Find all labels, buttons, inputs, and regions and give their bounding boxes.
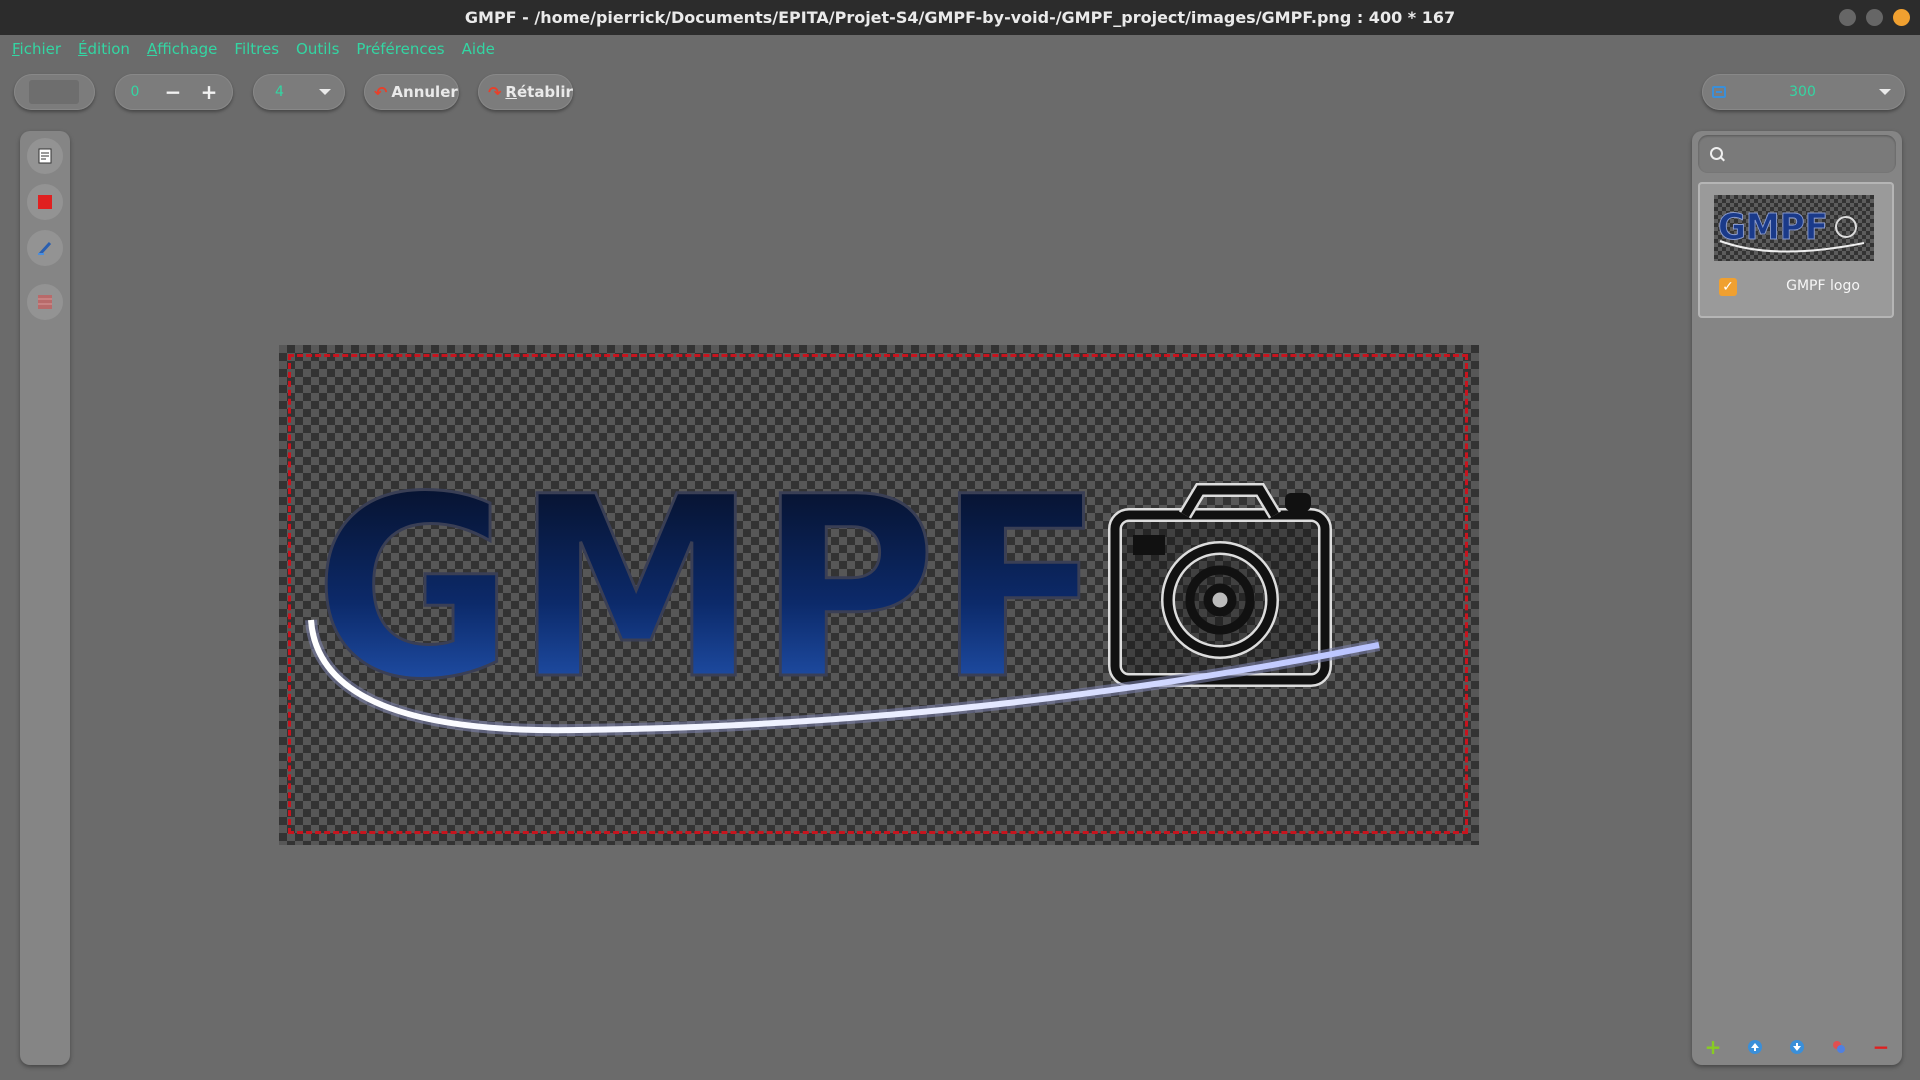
toolbox: [20, 131, 70, 1065]
brush-size-value: 4: [275, 84, 284, 100]
merge-icon: [1833, 1041, 1845, 1053]
menu-affichage[interactable]: Affichage: [147, 40, 217, 58]
menu-bar: Fichier Édition Affichage Filtres Outils…: [0, 35, 1920, 63]
menu-aide[interactable]: Aide: [462, 40, 495, 58]
layer-search-input[interactable]: [1698, 135, 1896, 173]
tool-rectangle[interactable]: [27, 184, 63, 220]
move-layer-up-button[interactable]: [1745, 1037, 1765, 1057]
redo-mnemonic: R: [505, 83, 517, 101]
undo-icon: ↶: [374, 82, 388, 102]
layer-thumbnail: GMPF: [1714, 195, 1874, 261]
merge-layer-button[interactable]: [1829, 1037, 1849, 1057]
color-picker-button[interactable]: [14, 74, 95, 110]
plus-button[interactable]: +: [191, 80, 227, 104]
menu-filtres-label: Filtres: [234, 40, 280, 58]
menu-edition-label: dition: [87, 40, 130, 58]
minus-button[interactable]: −: [155, 80, 191, 104]
tool-grid[interactable]: [27, 284, 63, 320]
arrow-up-icon: [1748, 1040, 1762, 1054]
menu-edition-mnemonic: É: [78, 40, 88, 58]
arrow-down-icon: [1790, 1040, 1804, 1054]
redo-button[interactable]: ↷ Rétablir: [478, 74, 573, 110]
document-icon: [38, 148, 52, 164]
undo-label: Annuler: [391, 83, 458, 101]
add-layer-button[interactable]: +: [1703, 1035, 1723, 1059]
tool-document[interactable]: [27, 138, 63, 174]
layer-actions: + −: [1692, 1035, 1902, 1059]
chevron-down-icon: [319, 89, 331, 95]
menu-edition[interactable]: Édition: [78, 40, 130, 58]
menu-affichage-label: ffichage: [157, 40, 218, 58]
menu-fichier[interactable]: Fichier: [12, 40, 61, 58]
svg-text:GMPF: GMPF: [1718, 207, 1828, 248]
layer-thumbnail-image: GMPF: [1718, 207, 1865, 253]
brush-size-combo[interactable]: 4: [253, 74, 345, 110]
size-spinner: 0 − +: [115, 74, 233, 110]
delete-layer-button[interactable]: −: [1871, 1035, 1891, 1059]
menu-outils-label: Outils: [296, 40, 340, 58]
redo-label: Rétablir: [505, 83, 572, 101]
menu-fichier-mnemonic: F: [12, 40, 20, 58]
title-bar: GMPF - /home/pierrick/Documents/EPITA/Pr…: [0, 0, 1920, 35]
chevron-down-icon: [1879, 89, 1891, 95]
minimize-button[interactable]: [1839, 9, 1856, 26]
layer-visibility-checkbox[interactable]: ✓: [1719, 278, 1737, 296]
tool-brush[interactable]: [27, 230, 63, 266]
image-canvas[interactable]: GMPF: [279, 345, 1479, 845]
move-layer-down-button[interactable]: [1787, 1037, 1807, 1057]
window-title: GMPF - /home/pierrick/Documents/EPITA/Pr…: [464, 8, 1456, 27]
color-swatch: [29, 80, 79, 104]
minus-icon: −: [1872, 1035, 1890, 1059]
zoom-icon: [1712, 86, 1726, 98]
redo-icon: ↷: [488, 82, 502, 102]
menu-preferences[interactable]: Préférences: [356, 40, 444, 58]
close-button[interactable]: [1893, 9, 1910, 26]
grid-icon: [38, 295, 52, 309]
selection-rectangle[interactable]: [288, 354, 1468, 834]
undo-button[interactable]: ↶ Annuler: [364, 74, 459, 110]
menu-filtres[interactable]: Filtres: [234, 40, 279, 58]
window-controls: [1839, 9, 1910, 26]
zoom-combo[interactable]: 300: [1702, 74, 1905, 110]
plus-icon: +: [1704, 1035, 1722, 1059]
menu-outils[interactable]: Outils: [296, 40, 339, 58]
layers-panel: GMPF ✓ GMPF logo + −: [1692, 131, 1902, 1065]
menu-aide-label: Aide: [461, 40, 495, 58]
menu-fichier-label: ichier: [19, 40, 62, 58]
menu-preferences-label: Préférences: [356, 40, 445, 58]
layer-name: GMPF logo: [1786, 278, 1860, 294]
zoom-value: 300: [1789, 84, 1816, 100]
brush-icon: [38, 241, 52, 256]
layer-item[interactable]: GMPF ✓ GMPF logo: [1698, 182, 1894, 318]
red-square-icon: [38, 195, 52, 209]
size-value[interactable]: 0: [115, 84, 155, 100]
search-icon: [1710, 147, 1723, 160]
maximize-button[interactable]: [1866, 9, 1883, 26]
menu-affichage-mnemonic: A: [146, 40, 158, 58]
redo-label-rest: établir: [516, 83, 573, 101]
